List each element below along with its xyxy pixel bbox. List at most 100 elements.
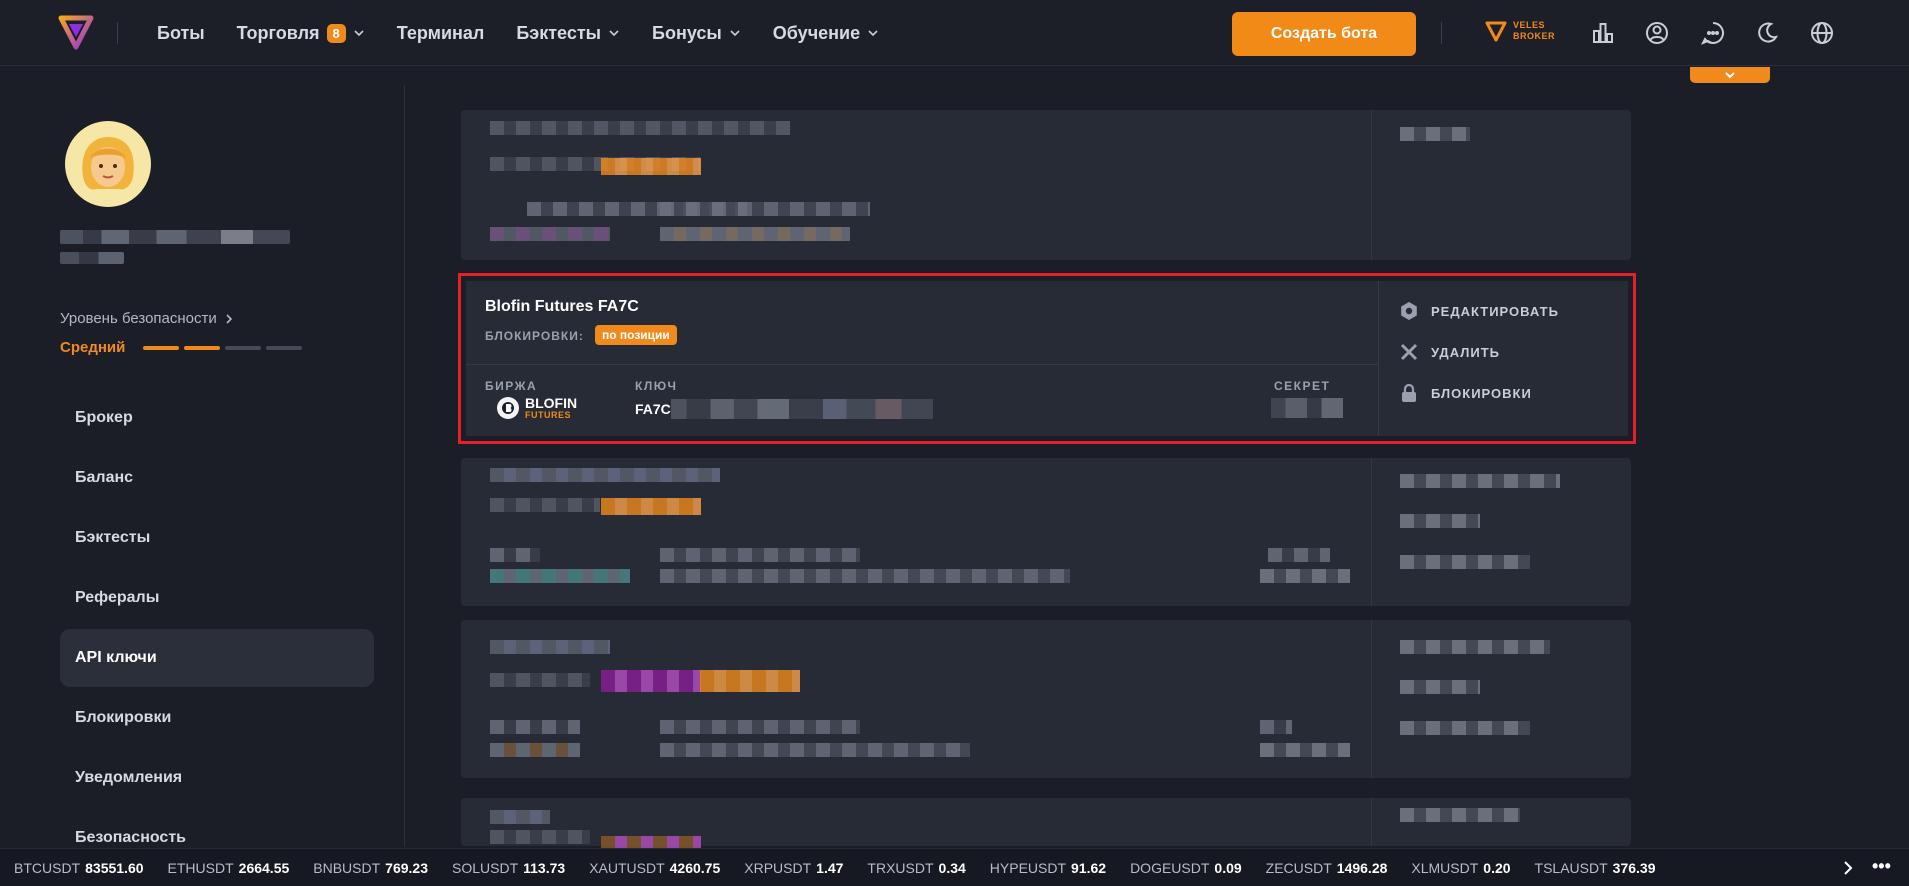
- exchange-name: BLOFIN: [525, 395, 578, 411]
- chat-icon[interactable]: [1700, 20, 1726, 46]
- nav-item-4[interactable]: Бонусы: [652, 23, 741, 44]
- ticker-item[interactable]: ZECUSDT 1496.28: [1266, 860, 1388, 876]
- header-divider: [1441, 22, 1442, 44]
- redacted-text: [1260, 720, 1292, 734]
- ticker-symbol: ETHUSDT: [167, 859, 234, 876]
- profile-icon[interactable]: [1644, 20, 1670, 46]
- ticker-item[interactable]: XAUTUSDT 4260.75: [589, 860, 720, 876]
- ticker-price: 0.34: [938, 859, 966, 876]
- nav-item-0[interactable]: Боты: [157, 23, 205, 44]
- ticker-item[interactable]: DOGEUSDT 0.09: [1130, 860, 1242, 876]
- security-level-link[interactable]: Уровень безопасности: [60, 310, 233, 327]
- ticker-price: 91.62: [1071, 859, 1107, 876]
- ticker-item[interactable]: TRXUSDT 0.34: [867, 860, 965, 876]
- nav-item-label: Торговля: [236, 22, 320, 43]
- ticker-price: 376.39: [1612, 859, 1656, 876]
- sidebar-menu-item[interactable]: Бэктесты: [60, 509, 374, 567]
- blofin-logo-icon: [497, 397, 519, 419]
- broker-line1: VELES: [1513, 20, 1546, 30]
- stats-icon[interactable]: [1590, 20, 1616, 46]
- security-meter-segment: [225, 346, 261, 350]
- ticker-price: 113.73: [523, 859, 566, 876]
- ticker-price: 1496.28: [1336, 859, 1388, 876]
- api-key-locks-button[interactable]: БЛОКИРОВКИ: [1399, 383, 1532, 403]
- redacted-text: [1268, 548, 1330, 562]
- secret-column-label: СЕКРЕТ: [1274, 379, 1331, 393]
- gear-icon: [1401, 302, 1417, 320]
- redacted-text: [490, 498, 600, 512]
- ticker-item[interactable]: XRPUSDT 1.47: [744, 860, 843, 876]
- nav-item-5[interactable]: Обучение: [773, 23, 879, 44]
- ticker-symbol: XRPUSDT: [744, 859, 812, 876]
- nav-item-1[interactable]: Торговля 8: [237, 23, 365, 44]
- security-level-value: Средний: [60, 339, 126, 356]
- nav-item-2[interactable]: Терминал: [397, 23, 485, 44]
- close-icon: [1400, 343, 1418, 361]
- sidebar-menu-item[interactable]: API ключи: [60, 629, 374, 687]
- redacted-text: [1260, 743, 1350, 757]
- collapse-toggle[interactable]: [1690, 67, 1770, 83]
- sidebar-menu-item[interactable]: Брокер: [60, 389, 374, 447]
- ticker-price: 2664.55: [238, 859, 290, 876]
- sidebar-menu-item[interactable]: Уведомления: [60, 749, 374, 807]
- ticker-symbol: ZECUSDT: [1265, 859, 1332, 876]
- redacted-action: [1400, 514, 1480, 528]
- delete-api-key-button[interactable]: УДАЛИТЬ: [1399, 342, 1500, 362]
- redacted-text: [660, 548, 860, 562]
- chevron-down-icon: [1725, 72, 1735, 79]
- veles-broker-link[interactable]: VELES BROKER: [1485, 20, 1555, 42]
- redacted-text: [490, 227, 610, 241]
- ticker-more-icon[interactable]: •••: [1872, 856, 1891, 877]
- redacted-action: [1400, 808, 1520, 822]
- ticker-item[interactable]: BTCUSDT 83551.60: [14, 860, 144, 876]
- ticker-item[interactable]: TSLAUSDT 376.39: [1535, 860, 1656, 876]
- avatar[interactable]: [65, 121, 151, 207]
- redacted-text: [660, 569, 1070, 583]
- ticker-item[interactable]: BNBUSDT 769.23: [313, 860, 428, 876]
- ticker-symbol: TSLAUSDT: [1534, 859, 1608, 876]
- chevron-down-icon: [609, 30, 619, 37]
- nav-item-label: Боты: [157, 22, 205, 43]
- sidebar-menu-item[interactable]: Рефералы: [60, 569, 374, 627]
- redacted-badge: [601, 836, 701, 848]
- ticker-price: 83551.60: [85, 859, 144, 876]
- globe-icon[interactable]: [1809, 20, 1835, 46]
- nav-item-label: Терминал: [396, 22, 485, 43]
- redacted-text: [660, 720, 860, 734]
- security-meter-segment: [184, 346, 220, 350]
- moon-icon[interactable]: [1754, 20, 1780, 46]
- card-divider: [466, 364, 1378, 365]
- redacted-action: [1400, 640, 1550, 654]
- edit-api-key-button[interactable]: РЕДАКТИРОВАТЬ: [1399, 301, 1559, 321]
- key-column-label: КЛЮЧ: [635, 379, 678, 393]
- ticker-item[interactable]: SOLUSDT 113.73: [452, 860, 565, 876]
- nav-item-label: Бонусы: [652, 22, 722, 43]
- redacted-text: [1260, 569, 1350, 583]
- api-key-prefix: FA7C: [635, 401, 671, 417]
- redacted-action: [1400, 474, 1560, 488]
- profile-email-redacted: [60, 252, 124, 264]
- ticker-item[interactable]: XLMUSDT 0.20: [1411, 860, 1510, 876]
- exchange-column-label: БИРЖА: [485, 379, 538, 393]
- ticker-price: 1.47: [816, 859, 844, 876]
- logo-icon[interactable]: [58, 14, 94, 50]
- ticker-symbol: DOGEUSDT: [1130, 859, 1210, 876]
- ticker-item[interactable]: HYPEUSDT 91.62: [990, 860, 1106, 876]
- redacted-action: [1400, 721, 1530, 735]
- sidebar-menu-item[interactable]: Баланс: [60, 449, 374, 507]
- chevron-right-icon: [226, 313, 232, 324]
- locks-label: БЛОКИРОВКИ:: [485, 329, 584, 343]
- create-bot-button[interactable]: Создать бота: [1232, 12, 1416, 56]
- ticker-next-icon[interactable]: [1840, 860, 1856, 876]
- ticker-item[interactable]: ETHUSDT 2664.55: [168, 860, 290, 876]
- chevron-down-icon: [730, 30, 740, 37]
- security-meter-segment: [266, 346, 302, 350]
- redacted-text: [490, 673, 590, 687]
- api-key-card-highlighted: Blofin Futures FA7C БЛОКИРОВКИ: по позиц…: [458, 273, 1636, 444]
- ticker-price: 0.09: [1214, 859, 1242, 876]
- card-actions-divider: [1378, 281, 1379, 436]
- edit-label: РЕДАКТИРОВАТЬ: [1431, 303, 1559, 319]
- sidebar-menu-item[interactable]: Блокировки: [60, 689, 374, 747]
- nav-item-3[interactable]: Бэктесты: [516, 23, 620, 44]
- redacted-text: [490, 743, 580, 757]
